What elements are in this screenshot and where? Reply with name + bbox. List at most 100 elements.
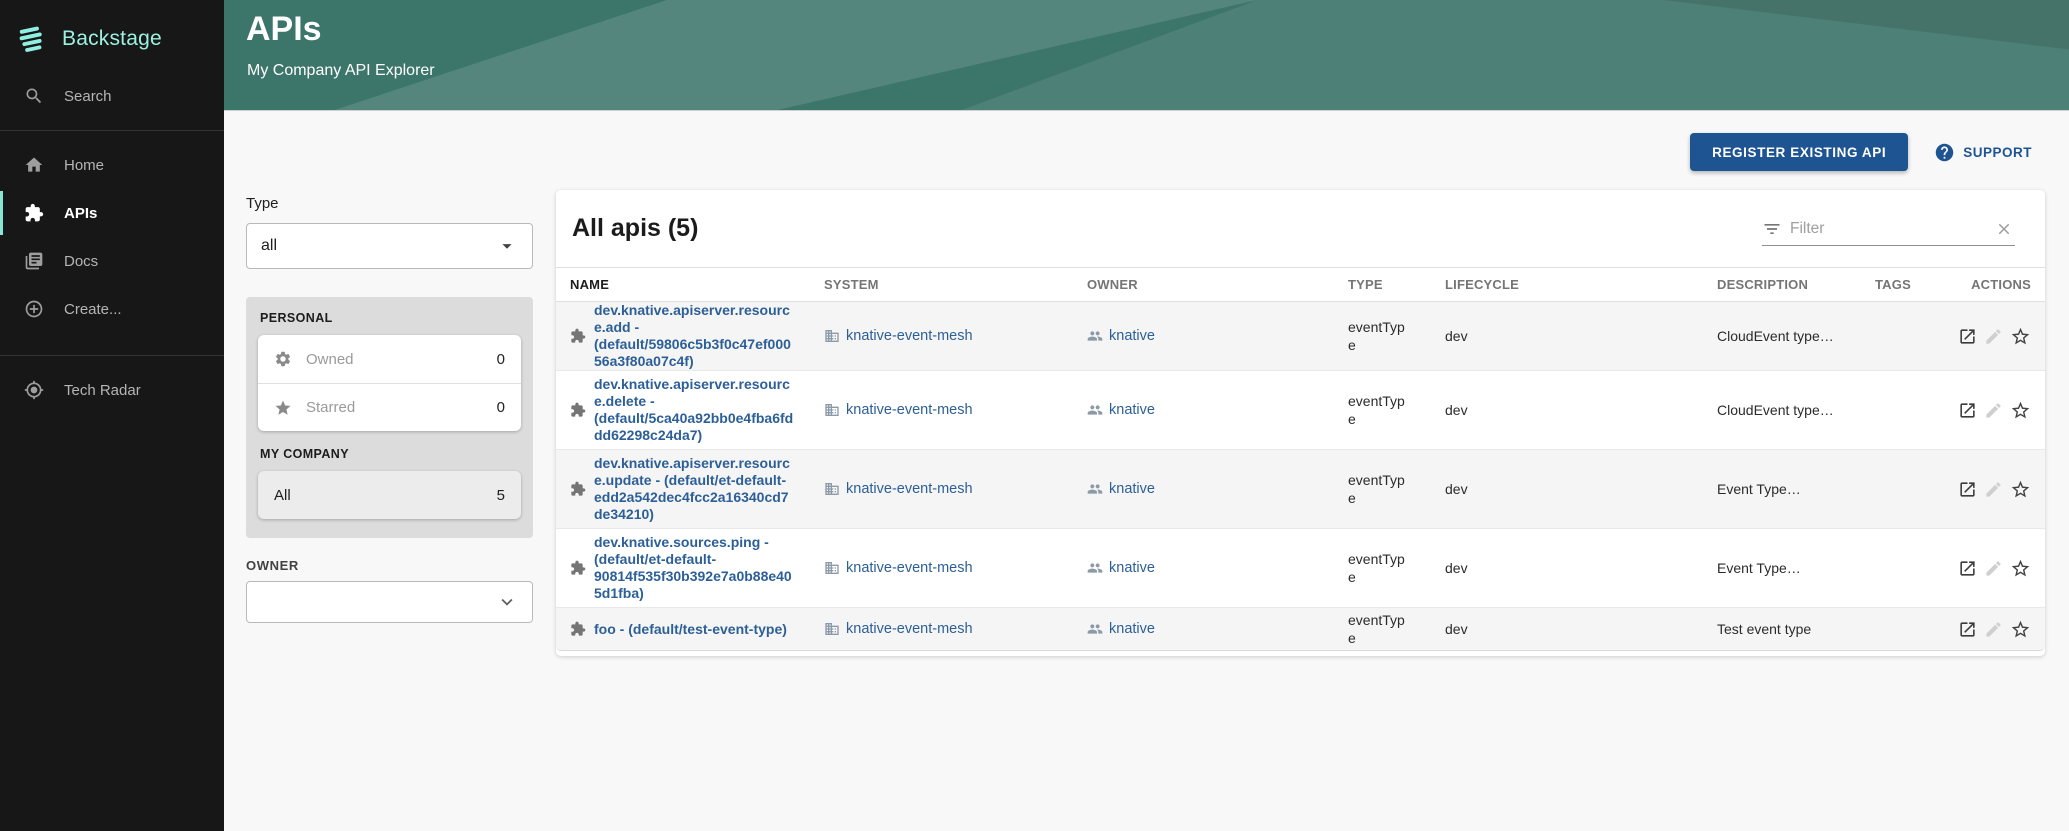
sidebar-item-tech-radar[interactable]: Tech Radar	[0, 366, 224, 414]
sidebar-item-apis[interactable]: APIs	[0, 189, 224, 237]
extension-icon	[570, 481, 586, 497]
column-header-tags[interactable]: TAGS	[1875, 277, 1966, 292]
owner-link[interactable]: knative	[1109, 328, 1155, 344]
star-api-button[interactable]	[2010, 558, 2031, 579]
star-border-icon	[2010, 619, 2031, 640]
api-name-link[interactable]: dev.knative.apiserver.resource.add - (de…	[594, 302, 794, 370]
edit-api-button[interactable]	[1984, 480, 2003, 499]
system-link[interactable]: knative-event-mesh	[846, 560, 973, 576]
filter-starred[interactable]: Starred 0	[258, 383, 521, 431]
star-icon	[274, 399, 292, 417]
star-api-button[interactable]	[2010, 479, 2031, 500]
star-api-button[interactable]	[2010, 400, 2031, 421]
column-header-actions: ACTIONS	[1966, 277, 2031, 292]
edit-api-button[interactable]	[1984, 401, 2003, 420]
sidebar-divider	[0, 130, 224, 131]
name-cell: dev.knative.sources.ping - (default/et-d…	[570, 534, 824, 602]
edit-api-button[interactable]	[1984, 620, 2003, 639]
table-body: dev.knative.apiserver.resource.add - (de…	[556, 302, 2045, 651]
system-link[interactable]: knative-event-mesh	[846, 402, 973, 418]
all-label: All	[274, 487, 291, 504]
system-link[interactable]: knative-event-mesh	[846, 481, 973, 497]
filter-owned[interactable]: Owned 0	[258, 335, 521, 383]
api-name-link[interactable]: dev.knative.apiserver.resource.delete - …	[594, 376, 794, 444]
personal-section-header: PERSONAL	[260, 311, 521, 325]
support-label: SUPPORT	[1963, 145, 2032, 160]
table-row: dev.knative.apiserver.resource.add - (de…	[556, 302, 2045, 371]
group-icon	[1087, 621, 1103, 637]
column-header-owner[interactable]: OWNER	[1087, 277, 1348, 292]
register-existing-api-button[interactable]: REGISTER EXISTING API	[1690, 133, 1908, 171]
add-circle-icon	[24, 299, 44, 319]
api-name-link[interactable]: dev.knative.sources.ping - (default/et-d…	[594, 534, 794, 602]
sidebar-item-search[interactable]: Search	[0, 72, 224, 120]
owner-link[interactable]: knative	[1109, 560, 1155, 576]
type-cell: eventType	[1348, 392, 1445, 429]
sidebar-item-create[interactable]: Create...	[0, 285, 224, 333]
owner-cell: knative	[1087, 481, 1348, 497]
edit-pencil-icon	[1984, 327, 2003, 346]
sidebar: Backstage Search Home APIs Docs Create..…	[0, 0, 224, 831]
help-icon	[1934, 142, 1955, 163]
sidebar-item-docs[interactable]: Docs	[0, 237, 224, 285]
star-api-button[interactable]	[2010, 619, 2031, 640]
home-icon	[24, 155, 44, 175]
starred-count: 0	[497, 399, 505, 416]
column-header-name[interactable]: NAME	[570, 277, 824, 292]
sidebar-item-label: Create...	[64, 301, 122, 318]
type-filter-label: Type	[246, 195, 279, 212]
sidebar-item-label: Tech Radar	[64, 382, 141, 399]
system-link[interactable]: knative-event-mesh	[846, 328, 973, 344]
filter-clear-button[interactable]	[1993, 218, 2015, 240]
table-toolbar: All apis (5)	[556, 190, 2045, 268]
backstage-logo[interactable]: Backstage	[0, 0, 224, 62]
column-header-type[interactable]: TYPE	[1348, 277, 1445, 292]
view-api-button[interactable]	[1958, 620, 1977, 639]
view-api-button[interactable]	[1958, 327, 1977, 346]
type-select[interactable]: all	[246, 223, 533, 269]
owner-link[interactable]: knative	[1109, 481, 1155, 497]
support-button[interactable]: SUPPORT	[1934, 142, 2032, 163]
table-row: dev.knative.apiserver.resource.update - …	[556, 450, 2045, 529]
table-filter-input[interactable]	[1782, 220, 1993, 238]
type-cell: eventType	[1348, 471, 1445, 508]
page-title: APIs	[246, 10, 322, 49]
sidebar-item-home[interactable]: Home	[0, 141, 224, 189]
api-table-card: All apis (5) NAME SYSTEM OWNER TYPE LIFE…	[556, 190, 2045, 656]
column-header-description[interactable]: DESCRIPTION	[1717, 277, 1875, 292]
name-cell: dev.knative.apiserver.resource.delete - …	[570, 376, 824, 444]
owner-select[interactable]	[246, 581, 533, 623]
logo-wordmark: Backstage	[62, 27, 162, 51]
edit-api-button[interactable]	[1984, 327, 2003, 346]
edit-pencil-icon	[1984, 480, 2003, 499]
view-api-button[interactable]	[1958, 401, 1977, 420]
table-header-row: NAME SYSTEM OWNER TYPE LIFECYCLE DESCRIP…	[556, 268, 2045, 302]
api-name-link[interactable]: dev.knative.apiserver.resource.update - …	[594, 455, 794, 523]
extension-icon	[570, 560, 586, 576]
sidebar-item-label: Search	[64, 88, 112, 105]
lifecycle-cell: dev	[1445, 481, 1717, 497]
system-cell: knative-event-mesh	[824, 560, 1087, 576]
column-header-lifecycle[interactable]: LIFECYCLE	[1445, 277, 1717, 292]
owned-count: 0	[497, 351, 505, 368]
system-link[interactable]: knative-event-mesh	[846, 621, 973, 637]
open-in-new-icon	[1958, 559, 1977, 578]
filter-all[interactable]: All 5	[258, 471, 521, 519]
actions-cell	[1966, 558, 2031, 579]
view-api-button[interactable]	[1958, 559, 1977, 578]
view-api-button[interactable]	[1958, 480, 1977, 499]
owner-cell: knative	[1087, 402, 1348, 418]
edit-pencil-icon	[1984, 559, 2003, 578]
star-api-button[interactable]	[2010, 326, 2031, 347]
type-cell: eventType	[1348, 611, 1445, 648]
description-cell: CloudEvent type…	[1717, 328, 1875, 344]
owner-link[interactable]: knative	[1109, 621, 1155, 637]
edit-api-button[interactable]	[1984, 559, 2003, 578]
column-header-system[interactable]: SYSTEM	[824, 277, 1087, 292]
lifecycle-cell: dev	[1445, 328, 1717, 344]
owner-link[interactable]: knative	[1109, 402, 1155, 418]
api-name-link[interactable]: foo - (default/test-event-type)	[594, 621, 787, 638]
name-cell: dev.knative.apiserver.resource.update - …	[570, 455, 824, 523]
personal-list: Owned 0 Starred 0	[258, 335, 521, 431]
actions-cell	[1966, 400, 2031, 421]
